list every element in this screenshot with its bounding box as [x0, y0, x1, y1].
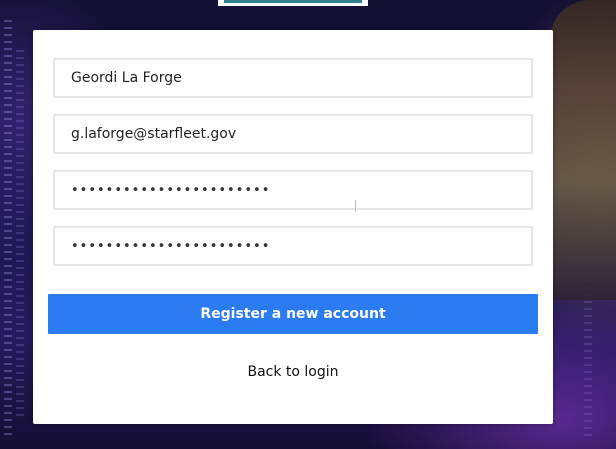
full-name-value: Geordi La Forge — [71, 70, 182, 86]
back-to-login-link[interactable]: Back to login — [33, 364, 553, 380]
register-button[interactable]: Register a new account — [48, 294, 538, 334]
full-name-field[interactable]: Geordi La Forge — [53, 58, 533, 98]
email-value: g.laforge@starfleet.gov — [71, 126, 237, 142]
confirm-password-field[interactable]: ••••••••••••••••••••••• — [53, 226, 533, 266]
text-cursor-icon — [355, 200, 356, 212]
confirm-password-value: ••••••••••••••••••••••• — [71, 238, 271, 254]
server-rack-lights — [16, 50, 24, 420]
register-card: Geordi La Forge g.laforge@starfleet.gov … — [33, 30, 553, 424]
password-value: ••••••••••••••••••••••• — [71, 182, 271, 198]
email-field[interactable]: g.laforge@starfleet.gov — [53, 114, 533, 154]
server-rack-lights — [4, 20, 12, 440]
top-logo — [224, 0, 362, 3]
server-rack-lights — [584, 280, 592, 440]
password-field[interactable]: ••••••••••••••••••••••• — [53, 170, 533, 210]
background-person — [550, 0, 616, 300]
